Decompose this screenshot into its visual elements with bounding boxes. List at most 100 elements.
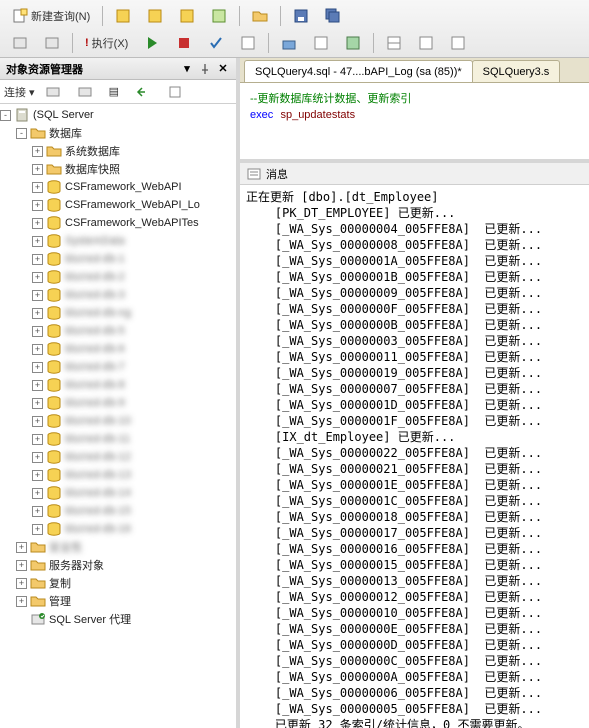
tb2-icon-11[interactable]: [444, 32, 472, 54]
tree-node[interactable]: +blurred-db-1: [0, 250, 236, 268]
tree-toggle[interactable]: +: [32, 524, 43, 535]
object-tree[interactable]: - (SQL Server-数据库+系统数据库+数据库快照+CSFramewor…: [0, 104, 236, 728]
tb-icon-1[interactable]: [109, 5, 137, 27]
oe-tb-4[interactable]: [129, 81, 157, 103]
messages-output[interactable]: 正在更新 [dbo].[dt_Employee] [PK_DT_EMPLOYEE…: [240, 185, 589, 728]
tree-toggle[interactable]: +: [32, 398, 43, 409]
run-icon[interactable]: [138, 32, 166, 54]
tree-node[interactable]: +blurred-db-16: [0, 520, 236, 538]
tree-toggle[interactable]: +: [32, 362, 43, 373]
tree-node[interactable]: +blurred-db-13: [0, 466, 236, 484]
pin-icon[interactable]: [198, 62, 212, 76]
oe-tb-1[interactable]: [39, 81, 67, 103]
tree-label: blurred-db-9: [65, 397, 125, 409]
tree-label: SystemData: [65, 235, 125, 247]
tb2-icon-7[interactable]: [307, 32, 335, 54]
tree-toggle[interactable]: +: [32, 218, 43, 229]
tb2-icon-1[interactable]: [6, 32, 34, 54]
tree-node[interactable]: + blurred-db-3: [0, 286, 236, 304]
tb-icon-3[interactable]: [173, 5, 201, 27]
parse-icon[interactable]: [202, 32, 230, 54]
messages-tab[interactable]: 消息: [240, 163, 589, 185]
tree-toggle[interactable]: +: [32, 452, 43, 463]
tb2-icon-2[interactable]: [38, 32, 66, 54]
tb2-icon-9[interactable]: [380, 32, 408, 54]
close-icon[interactable]: ✕: [216, 62, 230, 76]
execute-button[interactable]: ! 执行(X): [79, 32, 134, 54]
tree-toggle[interactable]: +: [32, 146, 43, 157]
tree-node[interactable]: SQL Server 代理: [0, 610, 236, 628]
tree-node[interactable]: +数据库快照: [0, 160, 236, 178]
tree-node[interactable]: + SystemData: [0, 232, 236, 250]
tb2-icon-5[interactable]: [234, 32, 262, 54]
tree-toggle[interactable]: +: [16, 596, 27, 607]
save-all-icon[interactable]: [319, 5, 347, 27]
tb2-icon-8[interactable]: [339, 32, 367, 54]
tree-toggle[interactable]: +: [32, 200, 43, 211]
tree-toggle[interactable]: +: [32, 182, 43, 193]
tree-label: blurred-db-3: [65, 289, 125, 301]
tree-node[interactable]: +blurred-db-15: [0, 502, 236, 520]
connect-button[interactable]: 连接 ▾: [4, 84, 35, 100]
tree-toggle[interactable]: +: [32, 236, 43, 247]
oe-tb-3[interactable]: ▤: [103, 82, 125, 101]
save-icon[interactable]: [287, 5, 315, 27]
open-icon[interactable]: [246, 5, 274, 27]
oe-tb-2[interactable]: [71, 81, 99, 103]
tree-label: blurred-db-5: [65, 325, 125, 337]
tree-node[interactable]: + CSFramework_WebAPI_Lo: [0, 196, 236, 214]
tree-toggle[interactable]: +: [32, 344, 43, 355]
tree-node[interactable]: +blurred-db-10: [0, 412, 236, 430]
tb2-icon-10[interactable]: [412, 32, 440, 54]
tree-node[interactable]: +blurred-db-12: [0, 448, 236, 466]
tb-icon-4[interactable]: [205, 5, 233, 27]
tab-active[interactable]: SQLQuery4.sql - 47....bAPI_Log (sa (85))…: [244, 60, 473, 82]
stop-icon[interactable]: [170, 32, 198, 54]
tree-toggle[interactable]: -: [16, 128, 27, 139]
tree-toggle[interactable]: +: [16, 578, 27, 589]
tree-node[interactable]: +服务器对象: [0, 556, 236, 574]
new-query-button[interactable]: 新建查询(N): [6, 5, 96, 27]
tab-other[interactable]: SQLQuery3.s: [472, 60, 561, 82]
tree-toggle[interactable]: +: [16, 542, 27, 553]
tree-node[interactable]: +CSFramework_WebAPI: [0, 178, 236, 196]
tree-node[interactable]: +CSFramework_WebAPITes: [0, 214, 236, 232]
dropdown-icon[interactable]: ▾: [180, 62, 194, 76]
tree-toggle[interactable]: +: [32, 488, 43, 499]
tree-toggle[interactable]: +: [32, 308, 43, 319]
tree-toggle[interactable]: +: [32, 416, 43, 427]
tb2-icon-6[interactable]: [275, 32, 303, 54]
tree-node[interactable]: +blurred-db-6: [0, 340, 236, 358]
tree-toggle[interactable]: +: [32, 290, 43, 301]
tree-toggle[interactable]: +: [32, 506, 43, 517]
tree-node[interactable]: +复制: [0, 574, 236, 592]
tb-icon-2[interactable]: [141, 5, 169, 27]
tree-toggle[interactable]: [16, 614, 27, 625]
tree-toggle[interactable]: +: [32, 272, 43, 283]
tree-node[interactable]: +blurred-db-7: [0, 358, 236, 376]
tree-node[interactable]: +管理: [0, 592, 236, 610]
tree-toggle[interactable]: +: [32, 434, 43, 445]
tree-label: CSFramework_WebAPI_Lo: [65, 199, 200, 211]
tree-toggle[interactable]: +: [16, 560, 27, 571]
code-editor[interactable]: --更新数据库统计数据、更新索引 exec sp_updatestats: [240, 82, 589, 163]
tree-node[interactable]: +系统数据库: [0, 142, 236, 160]
tree-node[interactable]: -数据库: [0, 124, 236, 142]
tree-node[interactable]: + blurred-db-9: [0, 394, 236, 412]
tree-node[interactable]: +blurred-db-2: [0, 268, 236, 286]
tree-node[interactable]: + blurred-db-5: [0, 322, 236, 340]
tree-toggle[interactable]: +: [32, 470, 43, 481]
tree-toggle[interactable]: +: [32, 254, 43, 265]
tree-node[interactable]: +blurred-db-ng: [0, 304, 236, 322]
tree-node[interactable]: +blurred-db-11: [0, 430, 236, 448]
tree-toggle[interactable]: +: [32, 164, 43, 175]
tree-node[interactable]: +blurred-db-14: [0, 484, 236, 502]
tree-toggle[interactable]: +: [32, 380, 43, 391]
oe-tb-5[interactable]: [161, 81, 189, 103]
tree-toggle[interactable]: +: [32, 326, 43, 337]
tree-node[interactable]: +安全性: [0, 538, 236, 556]
tree-toggle[interactable]: -: [0, 110, 11, 121]
code-comment: --更新数据库统计数据、更新索引: [250, 93, 411, 105]
tree-node[interactable]: +blurred-db-8: [0, 376, 236, 394]
tree-node[interactable]: - (SQL Server: [0, 106, 236, 124]
